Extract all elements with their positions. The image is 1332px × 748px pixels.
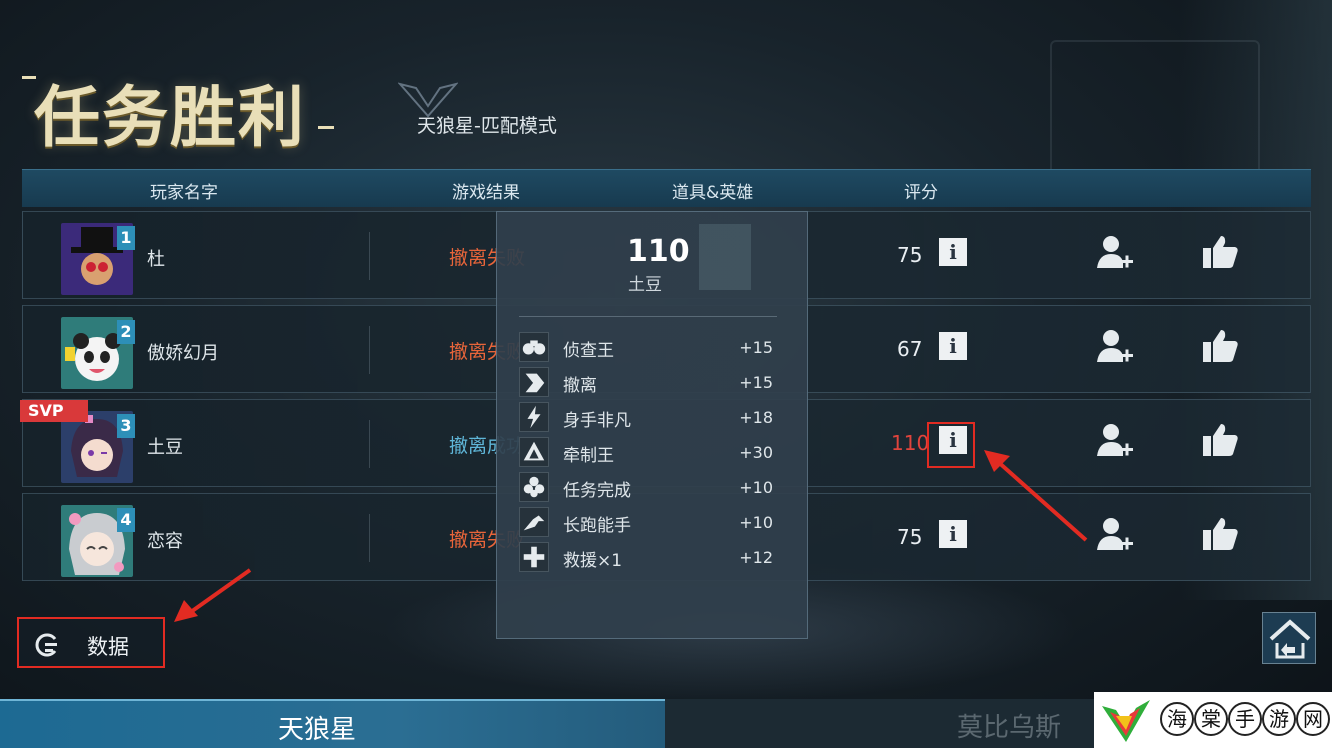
divider — [369, 232, 370, 280]
stats-icon — [35, 633, 57, 657]
watermark-char: 海 — [1160, 702, 1194, 736]
tab-label: 莫比乌斯 — [957, 713, 1062, 743]
add-friend-icon[interactable] — [1097, 328, 1133, 366]
divider — [519, 316, 777, 317]
divider — [369, 420, 370, 468]
player-score: 67 — [897, 337, 923, 361]
achievement-item: 侦查王 +15 — [519, 332, 779, 362]
column-items-heroes: 道具&英雄 — [672, 183, 754, 203]
annotation-arrow-icon — [174, 568, 252, 622]
annotation-arrow-icon — [984, 450, 1088, 542]
watermark-logo-icon — [1102, 700, 1150, 742]
achievement-label: 牵制王 — [563, 446, 614, 466]
table-header: 玩家名字 游戏结果 道具&英雄 评分 — [22, 169, 1311, 207]
watermark-char: 手 — [1228, 702, 1262, 736]
divider — [369, 514, 370, 562]
rank-badge: 1 — [117, 226, 135, 250]
achievement-item: 长跑能手 +10 — [519, 507, 779, 537]
achievement-label: 救援×1 — [563, 551, 623, 571]
achievement-points: +15 — [739, 373, 773, 392]
player-name: 杜 — [147, 249, 165, 270]
achievement-item: 任务完成 +10 — [519, 472, 779, 502]
plus-icon — [519, 542, 549, 572]
back-button[interactable] — [1262, 612, 1316, 664]
background-frame — [1050, 40, 1260, 180]
highlight-frame — [927, 422, 975, 468]
column-player-name: 玩家名字 — [150, 183, 218, 203]
game-mode: 天狼星-匹配模式 — [417, 115, 557, 137]
tab-label: 天狼星 — [278, 715, 357, 745]
info-button[interactable]: i — [939, 520, 967, 548]
lightning-icon — [519, 402, 549, 432]
achievement-label: 任务完成 — [563, 481, 631, 501]
hero-portrait — [699, 224, 751, 290]
rank-badge: 4 — [117, 508, 135, 532]
achievement-label: 身手非凡 — [563, 411, 631, 431]
runner-icon — [519, 507, 549, 537]
evacuate-icon — [519, 367, 549, 397]
thumbs-up-icon[interactable] — [1203, 516, 1239, 552]
page-title: 任务胜利 — [34, 78, 306, 156]
achievement-points: +10 — [739, 478, 773, 497]
column-score: 评分 — [904, 183, 938, 203]
achievement-points: +18 — [739, 408, 773, 427]
rank-badge: 3 — [117, 414, 135, 438]
add-friend-icon[interactable] — [1097, 516, 1133, 554]
tab-sirius[interactable]: 天狼星 — [0, 699, 665, 748]
triangle-icon — [519, 437, 549, 467]
divider — [369, 326, 370, 374]
add-friend-icon[interactable] — [1097, 422, 1133, 460]
player-name: 傲娇幻月 — [147, 343, 219, 364]
achievement-label: 撤离 — [563, 376, 597, 396]
player-score: 75 — [897, 525, 923, 549]
info-button[interactable]: i — [939, 238, 967, 266]
thumbs-up-icon[interactable] — [1203, 328, 1239, 364]
data-button[interactable]: 数据 — [17, 617, 165, 668]
achievement-points: +30 — [739, 443, 773, 462]
achievement-points: +10 — [739, 513, 773, 532]
player-score: 110 — [891, 431, 930, 455]
thumbs-up-icon[interactable] — [1203, 234, 1239, 270]
clover-icon — [519, 472, 549, 502]
score-detail-popup: 110 土豆 侦查王 +15 撤离 +15 身手非凡 +18 牵制王 +30 任… — [496, 211, 808, 639]
player-score: 75 — [897, 243, 923, 267]
svp-badge: SVP — [20, 400, 88, 422]
player-name: 土豆 — [147, 437, 183, 458]
popup-score: 110 — [627, 234, 690, 269]
achievement-item: 撤离 +15 — [519, 367, 779, 397]
column-result: 游戏结果 — [452, 183, 520, 203]
watermark: 海 棠 手 游 网 — [1094, 692, 1332, 748]
rank-badge: 2 — [117, 320, 135, 344]
watermark-char: 网 — [1296, 702, 1330, 736]
achievement-points: +12 — [739, 548, 773, 567]
data-button-label: 数据 — [87, 635, 129, 659]
info-button[interactable]: i — [939, 332, 967, 360]
title-decoration — [318, 126, 334, 129]
popup-player-name: 土豆 — [628, 275, 662, 295]
achievement-item: 身手非凡 +18 — [519, 402, 779, 432]
add-friend-icon[interactable] — [1097, 234, 1133, 272]
player-name: 恋容 — [147, 531, 183, 552]
binoculars-icon — [519, 332, 549, 362]
achievement-points: +15 — [739, 338, 773, 357]
thumbs-up-icon[interactable] — [1203, 422, 1239, 458]
home-back-icon — [1269, 619, 1311, 659]
achievement-label: 长跑能手 — [563, 516, 631, 536]
achievement-label: 侦查王 — [563, 341, 614, 361]
achievement-item: 牵制王 +30 — [519, 437, 779, 467]
watermark-char: 游 — [1262, 702, 1296, 736]
achievement-item: 救援×1 +12 — [519, 542, 779, 572]
watermark-char: 棠 — [1194, 702, 1228, 736]
